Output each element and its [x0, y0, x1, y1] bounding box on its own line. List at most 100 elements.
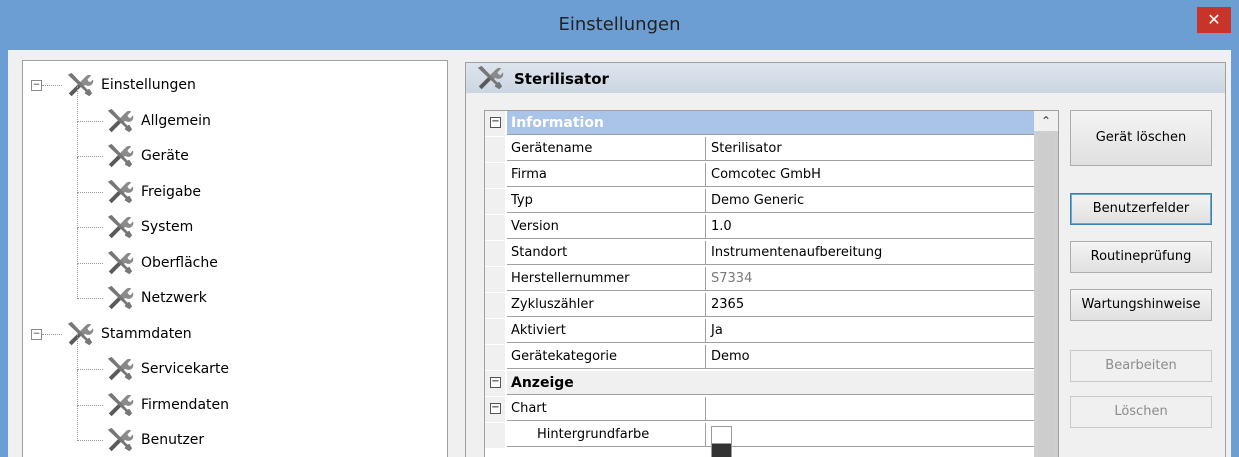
- tree-item[interactable]: Servicekarte: [105, 353, 229, 385]
- tools-icon: [105, 391, 135, 419]
- property-row[interactable]: Typ Demo Generic: [485, 189, 1035, 214]
- routine-check-button[interactable]: Routineprüfung: [1070, 241, 1212, 273]
- property-value[interactable]: S7334: [706, 267, 1035, 291]
- property-value[interactable]: 1.0: [706, 215, 1035, 239]
- property-row[interactable]: Firma Comcotec GmbH: [485, 163, 1035, 188]
- row-gutter: [485, 189, 505, 214]
- tree-item-label: System: [141, 219, 194, 235]
- property-row[interactable]: Gerätekategorie Demo: [485, 345, 1035, 370]
- property-value[interactable]: Ja: [706, 319, 1035, 343]
- tree-item[interactable]: Firmendaten: [105, 389, 229, 421]
- edit-button[interactable]: Bearbeiten: [1070, 350, 1212, 382]
- property-name: Chart: [507, 397, 706, 421]
- tree-connector: [77, 227, 103, 228]
- property-row[interactable]: Gerätename Sterilisator: [485, 137, 1035, 162]
- row-gutter: −: [485, 397, 505, 422]
- tree-item-label: Allgemein: [141, 112, 211, 129]
- property-row-chart[interactable]: − Chart: [485, 397, 1035, 422]
- tree-item[interactable]: Einstellungen: [65, 69, 196, 101]
- row-gutter: [485, 137, 505, 162]
- tree-item[interactable]: Oberfläche: [105, 247, 218, 279]
- tree-connector: [77, 156, 103, 157]
- row-gutter: [485, 163, 505, 188]
- collapse-icon[interactable]: −: [31, 328, 42, 340]
- tree-connector: [77, 156, 78, 193]
- close-button[interactable]: ✕: [1197, 7, 1231, 33]
- category-information[interactable]: − Information: [485, 111, 1035, 136]
- property-value[interactable]: Instrumentenaufbereitung: [706, 241, 1035, 265]
- scroll-thumb[interactable]: [1038, 133, 1054, 457]
- row-gutter: [485, 319, 505, 344]
- tree-connector: [77, 262, 103, 264]
- row-gutter: −: [485, 111, 505, 136]
- row-gutter: [485, 293, 505, 318]
- tree-item[interactable]: Freigabe: [105, 176, 201, 208]
- window-title: Einstellungen: [558, 14, 681, 35]
- property-value[interactable]: Demo Generic: [706, 189, 1035, 213]
- property-value: [706, 397, 1035, 421]
- tree-connector: [77, 191, 103, 193]
- tree-item[interactable]: Geräte: [105, 140, 189, 172]
- maintenance-notes-button[interactable]: Wartungshinweise: [1070, 289, 1212, 321]
- property-grid[interactable]: − Information Gerätename Sterilisator Firma C…: [484, 110, 1059, 457]
- tools-icon: [65, 71, 95, 99]
- tree-connector: [77, 404, 103, 406]
- property-value[interactable]: 2365: [706, 293, 1035, 317]
- tree-item[interactable]: Netzwerk: [105, 282, 207, 314]
- collapse-icon[interactable]: −: [31, 80, 42, 91]
- window-titlebar: Einstellungen ✕: [0, 0, 1239, 50]
- collapse-icon[interactable]: −: [490, 377, 501, 388]
- property-name: Typ: [507, 189, 706, 213]
- collapse-icon[interactable]: −: [490, 403, 501, 414]
- tree-connector: [77, 369, 103, 370]
- delete-button[interactable]: Löschen: [1070, 396, 1212, 428]
- color-swatch[interactable]: [711, 443, 732, 457]
- tree-connector: [77, 334, 78, 370]
- tree-item[interactable]: Benutzer: [105, 424, 204, 456]
- settings-tree[interactable]: Einstellungen − Allgemein Geräte Freigabe Sys…: [22, 60, 448, 457]
- row-gutter: [485, 215, 505, 240]
- property-row[interactable]: Herstellernummer S7334: [485, 267, 1035, 292]
- property-row-hintergrundfarbe[interactable]: Hintergrundfarbe: [485, 423, 1035, 457]
- property-name: Gerätename: [507, 137, 706, 161]
- vertical-scrollbar[interactable]: ⌃: [1034, 111, 1058, 457]
- property-row[interactable]: Standort Instrumentenaufbereitung: [485, 241, 1035, 266]
- tree-connector: [77, 192, 78, 228]
- category-label: Anzeige: [507, 371, 1035, 395]
- tools-icon: [474, 64, 506, 96]
- tree-connector: [77, 121, 78, 157]
- property-row[interactable]: Aktiviert Ja: [485, 319, 1035, 344]
- property-value[interactable]: Sterilisator: [706, 137, 1035, 161]
- property-name: Zykluszähler: [507, 293, 706, 317]
- tree-item-label: Stammdaten: [101, 325, 192, 342]
- tree-item[interactable]: System: [105, 211, 193, 243]
- category-anzeige[interactable]: − Anzeige: [485, 371, 1035, 396]
- tools-icon: [105, 355, 135, 383]
- tree-item-label: Netzwerk: [141, 290, 207, 306]
- row-gutter: [485, 423, 505, 448]
- tools-icon: [105, 213, 135, 241]
- property-name: Gerätekategorie: [507, 345, 706, 369]
- scroll-up-icon[interactable]: ⌃: [1034, 111, 1058, 131]
- panel-header: Sterilisator: [466, 63, 1225, 93]
- tree-item-label: Oberfläche: [141, 254, 218, 271]
- tree-item[interactable]: Allgemein: [105, 105, 211, 137]
- property-value[interactable]: Comcotec GmbH: [706, 163, 1035, 187]
- property-value[interactable]: Demo: [706, 345, 1035, 369]
- tree-connector: [42, 85, 62, 86]
- property-row[interactable]: Zykluszähler 2365: [485, 293, 1035, 318]
- user-fields-button[interactable]: Benutzerfelder: [1070, 193, 1212, 225]
- tree-item-label: Servicekarte: [141, 361, 230, 377]
- collapse-icon[interactable]: −: [490, 117, 501, 128]
- tree-item-label: Benutzer: [141, 432, 205, 448]
- tree-connector: [77, 440, 103, 441]
- property-value[interactable]: [706, 423, 1035, 457]
- tree-item-label: Freigabe: [141, 183, 201, 200]
- delete-device-button[interactable]: Gerät löschen: [1070, 110, 1212, 166]
- tree-connector: [77, 227, 78, 264]
- tools-icon: [105, 284, 135, 312]
- property-row[interactable]: Version 1.0: [485, 215, 1035, 240]
- tree-connector: [77, 369, 78, 406]
- tree-item[interactable]: Stammdaten: [65, 318, 192, 350]
- tree-connector: [77, 85, 78, 122]
